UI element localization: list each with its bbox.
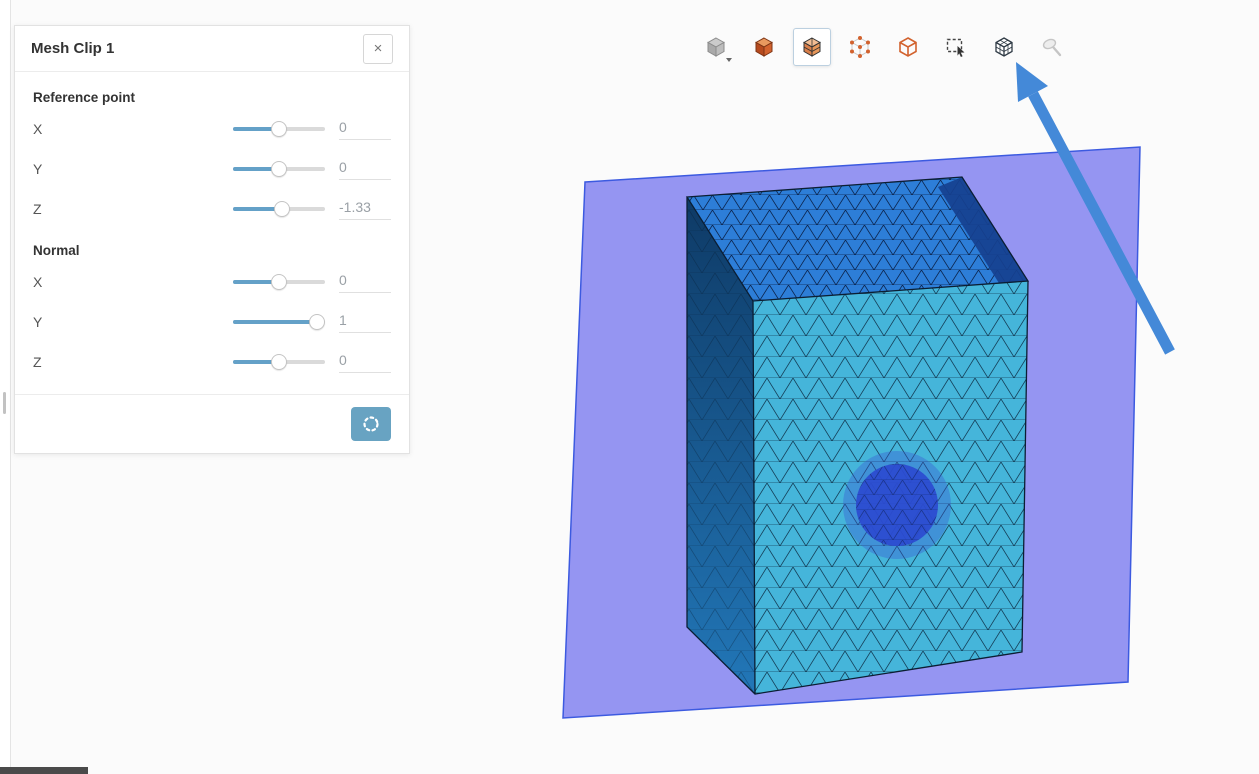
normal-z-row: Z 0: [33, 342, 391, 382]
slider-thumb[interactable]: [273, 201, 290, 217]
axis-label-z: Z: [33, 201, 42, 217]
view-surfaces-with-edges-button[interactable]: [793, 28, 831, 66]
mesh-clip-button[interactable]: [985, 28, 1023, 66]
slider-fill: [233, 320, 317, 324]
normal-z-slider[interactable]: [233, 353, 325, 371]
solid-cube-icon: [706, 37, 726, 57]
reference-z-row: Z -1.33: [33, 189, 391, 229]
normal-x-value[interactable]: 0: [339, 272, 391, 293]
reference-point-label: Reference point: [33, 90, 136, 105]
reference-z-slider[interactable]: [233, 200, 325, 218]
axis-label-x: X: [33, 274, 43, 290]
surfaces-cube-icon: [754, 37, 774, 57]
surfaces-edges-cube-icon: [802, 37, 822, 57]
reference-x-slider[interactable]: [233, 120, 325, 138]
normal-label: Normal: [33, 243, 80, 258]
view-surfaces-button[interactable]: [745, 28, 783, 66]
wireframe-cube-icon: [899, 37, 917, 57]
mesh-box[interactable]: [685, 176, 1030, 695]
normal-x-row: X 0: [33, 262, 391, 302]
probe-icon: [1042, 38, 1062, 57]
probe-point-button[interactable]: [1033, 28, 1071, 66]
panel-header[interactable]: Mesh Clip 1 ×: [15, 26, 409, 72]
normal-y-value[interactable]: 1: [339, 312, 391, 333]
box-select-button[interactable]: [937, 28, 975, 66]
panel-footer: [15, 394, 409, 453]
normal-y-slider[interactable]: [233, 313, 325, 331]
box-select-icon: [946, 38, 965, 57]
view-points-button[interactable]: [841, 28, 879, 66]
sidebar-drag-handle[interactable]: [3, 392, 6, 414]
app-root: { "panel": { "title": "Mesh Clip 1", "cl…: [0, 0, 1259, 774]
points-cube-icon: [850, 36, 870, 58]
close-button[interactable]: ×: [363, 33, 393, 64]
reference-y-row: Y 0: [33, 149, 391, 189]
normal-z-value[interactable]: 0: [339, 352, 391, 373]
spinner-icon: [363, 416, 379, 432]
slider-thumb[interactable]: [271, 161, 287, 177]
normal-x-slider[interactable]: [233, 273, 325, 291]
axis-label-y: Y: [33, 161, 43, 177]
slider-thumb[interactable]: [308, 314, 325, 330]
render-mode-solid-button[interactable]: [697, 28, 735, 66]
axis-label-z: Z: [33, 354, 42, 370]
normal-y-row: Y 1: [33, 302, 391, 342]
view-wireframe-button[interactable]: [889, 28, 927, 66]
mesh-clip-panel: Mesh Clip 1 × Reference point X 0 Y 0 Z: [14, 25, 410, 454]
apply-loading-button[interactable]: [351, 407, 391, 441]
panel-body: Reference point X 0 Y 0 Z -1.33 Normal X…: [15, 72, 409, 382]
bottom-panel-edge: [0, 767, 88, 774]
axis-label-y: Y: [33, 314, 43, 330]
reference-y-slider[interactable]: [233, 160, 325, 178]
panel-title: Mesh Clip 1: [31, 40, 115, 57]
reference-x-value[interactable]: 0: [339, 119, 391, 140]
viewer-toolbar: [697, 28, 1071, 66]
slider-thumb[interactable]: [271, 121, 287, 137]
slider-thumb[interactable]: [271, 354, 287, 370]
reference-z-value[interactable]: -1.33: [339, 199, 391, 220]
dropdown-caret-icon: [726, 58, 732, 62]
mesh-clip-cube-icon: [995, 37, 1013, 57]
reference-x-row: X 0: [33, 109, 391, 149]
slider-thumb[interactable]: [271, 274, 287, 290]
sidebar-collapsed-rail[interactable]: [0, 0, 11, 774]
axis-label-x: X: [33, 121, 43, 137]
reference-y-value[interactable]: 0: [339, 159, 391, 180]
